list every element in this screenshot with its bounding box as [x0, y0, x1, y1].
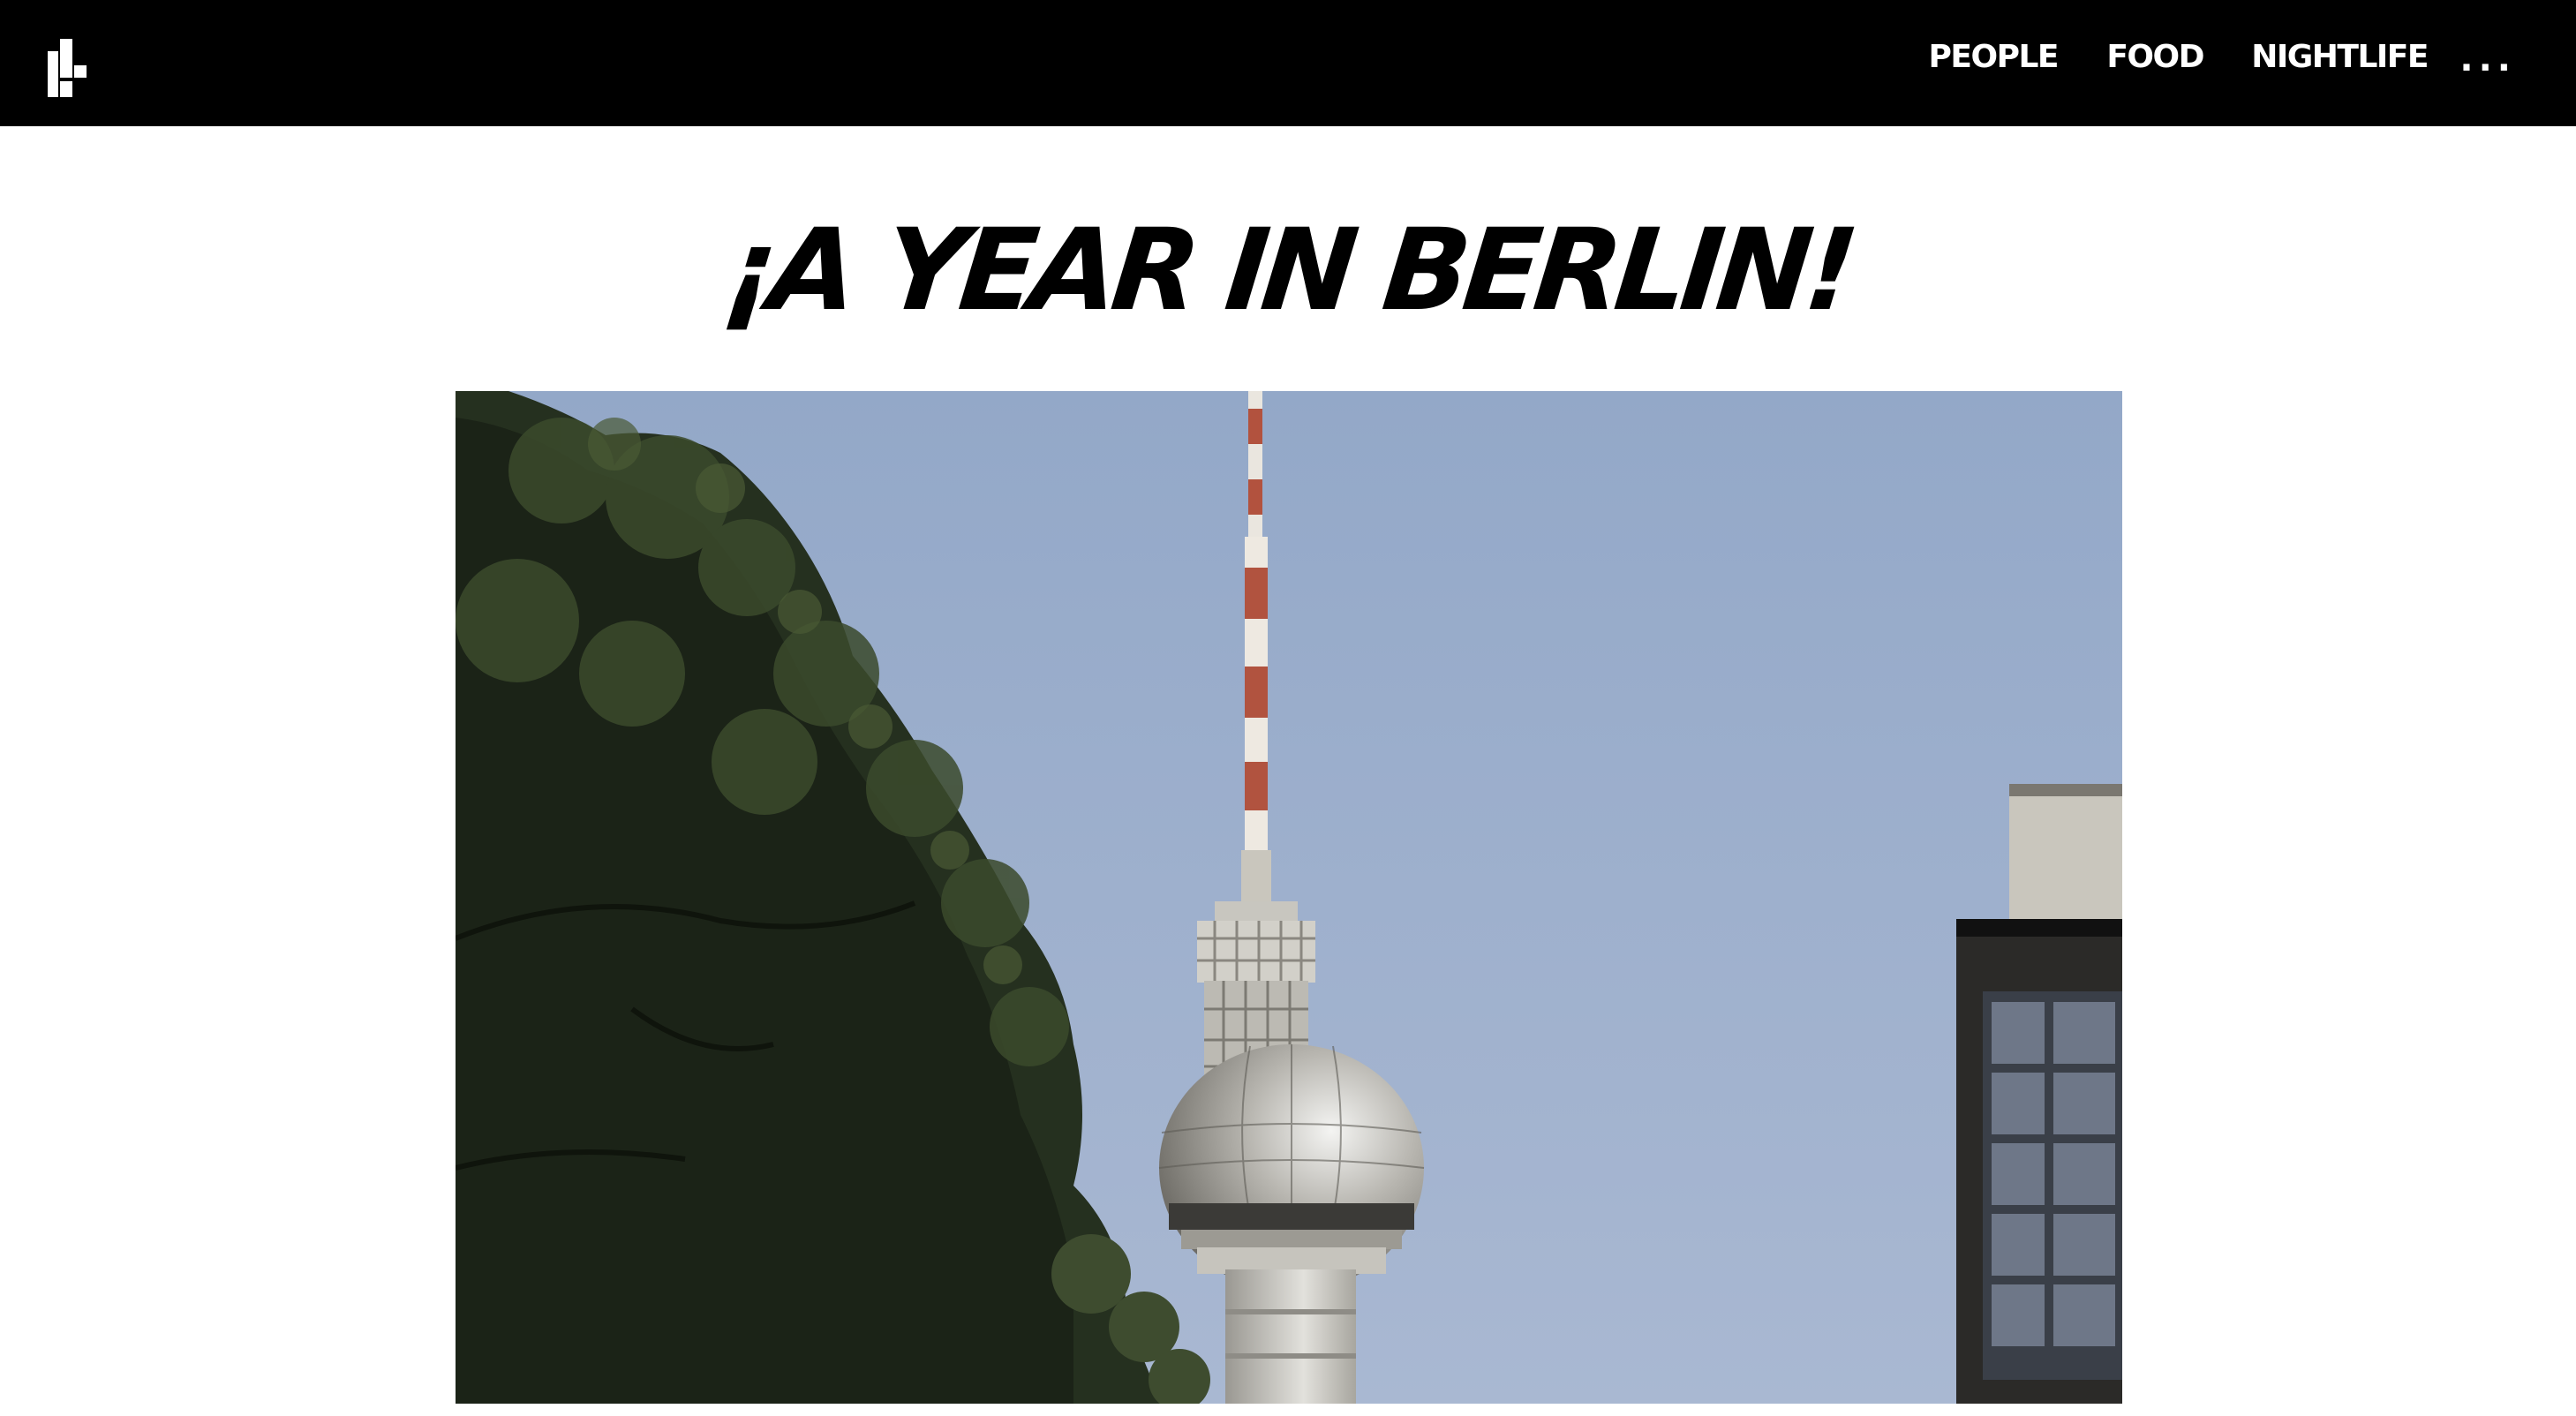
berlin-tv-tower-photo — [456, 391, 2122, 1404]
more-menu-button[interactable]: ... — [2459, 39, 2516, 79]
nav-link-people[interactable]: PEOPLE — [1929, 39, 2060, 75]
hero-image — [456, 391, 2122, 1404]
site-logo-icon[interactable] — [48, 39, 87, 97]
page-title: ¡A YEAR IN BERLIN! — [718, 205, 1858, 336]
top-navigation-bar: PEOPLE FOOD NIGHTLIFE ... — [0, 0, 2576, 126]
nav-link-nightlife[interactable]: NIGHTLIFE — [2251, 39, 2429, 75]
nav-link-food[interactable]: FOOD — [2106, 39, 2204, 75]
